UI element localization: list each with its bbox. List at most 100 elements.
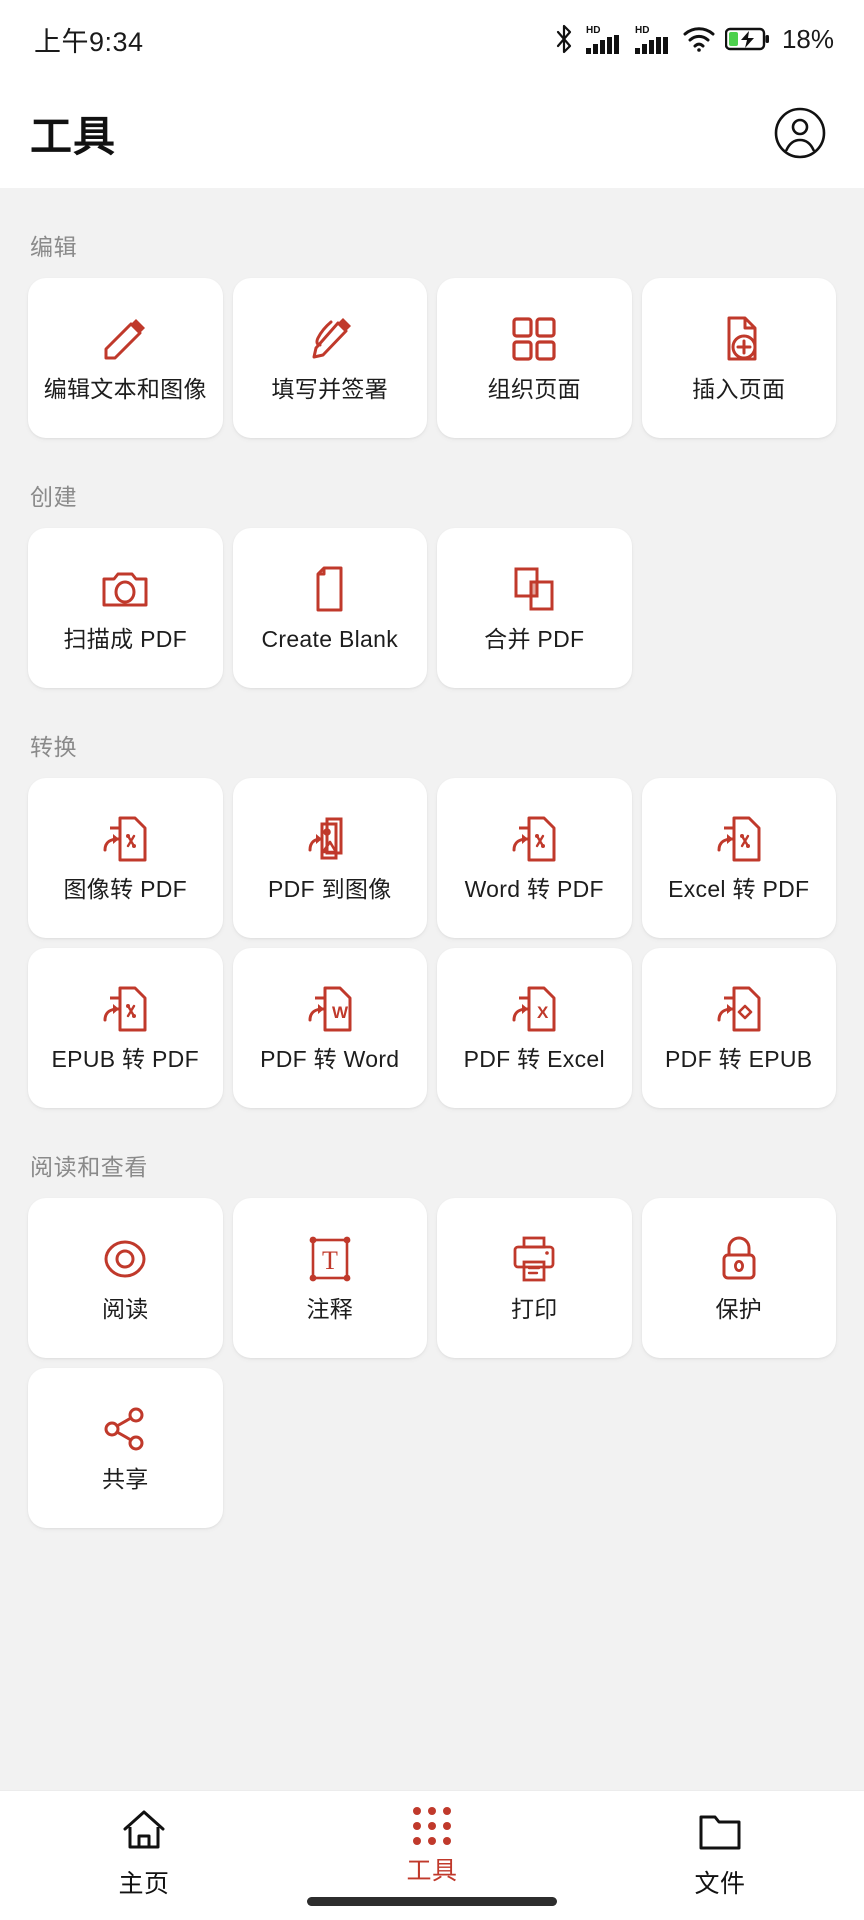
status-icon-tray: HD HD 18% (553, 23, 834, 55)
tool-card-insert-pages[interactable]: 插入页面 (641, 278, 836, 438)
section-title-edit: 编辑 (30, 234, 78, 260)
home-icon (120, 1807, 168, 1858)
nav-item-tools[interactable]: 工具 (332, 1807, 532, 1887)
merge-squares-icon (507, 560, 561, 618)
document-plus-icon (712, 310, 766, 368)
pdf-to-epub-icon (712, 980, 766, 1038)
tool-label: 扫描成 PDF (63, 626, 187, 653)
tool-label: 打印 (510, 1296, 558, 1323)
pdf-to-image-icon (303, 810, 357, 868)
lock-icon (712, 1230, 766, 1288)
bluetooth-icon (553, 24, 575, 54)
tool-card-organize-pages[interactable]: 组织页面 (437, 278, 632, 438)
tool-label: Create Blank (261, 626, 399, 653)
tool-label: PDF 到图像 (268, 876, 392, 903)
convert-to-pdf-icon (712, 810, 766, 868)
share-icon (98, 1400, 152, 1458)
text-annotation-icon: T (303, 1230, 357, 1288)
folder-icon (696, 1807, 744, 1858)
nav-label-files: 文件 (694, 1870, 746, 1898)
tools-screen: 上午9:34 HD HD 18% 工具 编辑 编辑文本和图像 填写并签署 组织页… (0, 0, 864, 1920)
tool-label: 注释 (306, 1296, 354, 1323)
section-read-view: 阅读和查看 阅读 T 注释 打印 保护 共享 (28, 1108, 836, 1528)
page-title: 工具 (30, 112, 117, 160)
section-title-convert: 转换 (30, 734, 78, 760)
tool-card-share[interactable]: 共享 (28, 1368, 223, 1528)
tool-grid-edit: 编辑文本和图像 填写并签署 组织页面 插入页面 (28, 278, 836, 438)
hd-signal-icon: HD (584, 23, 624, 55)
gesture-home-indicator[interactable] (0, 1897, 864, 1906)
pen-signature-icon (303, 310, 357, 368)
wifi-icon (682, 25, 716, 53)
tool-card-pdf-to-image[interactable]: PDF 到图像 (232, 778, 427, 938)
tool-label: 填写并签署 (271, 376, 388, 403)
tool-label: Word 转 PDF (464, 876, 604, 903)
tool-card-scan-to-pdf[interactable]: 扫描成 PDF (28, 528, 223, 688)
nav-label-tools: 工具 (406, 1857, 458, 1885)
tool-card-merge-pdf[interactable]: 合并 PDF (437, 528, 632, 688)
tool-label: 图像转 PDF (63, 876, 187, 903)
convert-to-pdf-icon (507, 810, 561, 868)
tool-card-image-to-pdf[interactable]: 图像转 PDF (28, 778, 223, 938)
pdf-to-excel-icon: X (507, 980, 561, 1038)
tool-card-protect[interactable]: 保护 (641, 1198, 836, 1358)
grid-spacer (437, 1368, 632, 1528)
tool-grid-read-view: 阅读 T 注释 打印 保护 共享 (28, 1198, 836, 1528)
tools-grid-icon (413, 1807, 451, 1845)
grid-spacer (642, 1368, 837, 1528)
tool-label: EPUB 转 PDF (51, 1046, 199, 1073)
convert-to-pdf-icon (98, 980, 152, 1038)
svg-text:W: W (332, 1003, 349, 1022)
app-header: 工具 (0, 78, 864, 188)
tool-card-pdf-to-epub[interactable]: PDF 转 EPUB (641, 948, 836, 1108)
grid-spacer (233, 1368, 428, 1528)
tool-card-edit-text-images[interactable]: 编辑文本和图像 (28, 278, 223, 438)
battery-percentage: 18% (781, 23, 834, 54)
tool-label: PDF 转 Excel (463, 1046, 605, 1073)
tool-card-print[interactable]: 打印 (437, 1198, 632, 1358)
svg-text:HD: HD (586, 25, 600, 36)
tool-card-epub-to-pdf[interactable]: EPUB 转 PDF (28, 948, 223, 1108)
pencil-icon (98, 310, 152, 368)
tool-card-annotate[interactable]: T 注释 (232, 1198, 427, 1358)
tool-card-fill-and-sign[interactable]: 填写并签署 (232, 278, 427, 438)
section-edit: 编辑 编辑文本和图像 填写并签署 组织页面 插入页面 (28, 188, 836, 438)
battery-charging-icon (724, 26, 771, 52)
status-bar: 上午9:34 HD HD 18% (0, 0, 864, 78)
tool-label: 插入页面 (692, 376, 786, 403)
section-title-create: 创建 (30, 484, 78, 510)
section-title-read-view: 阅读和查看 (30, 1154, 148, 1180)
nav-item-home[interactable]: 主页 (44, 1807, 244, 1900)
tool-card-word-to-pdf[interactable]: Word 转 PDF (437, 778, 632, 938)
tool-label: 保护 (715, 1296, 763, 1323)
tool-label: 合并 PDF (484, 626, 585, 653)
grid-pages-icon (507, 310, 561, 368)
section-convert: 转换 图像转 PDF PDF 到图像 Word 转 PDF Excel 转 PD… (28, 688, 836, 1108)
tool-label: 阅读 (101, 1296, 149, 1323)
eye-icon (98, 1230, 152, 1288)
tool-grid-create: 扫描成 PDF Create Blank 合并 PDF (28, 528, 836, 688)
blank-document-icon (303, 560, 357, 618)
tool-card-pdf-to-excel[interactable]: X PDF 转 Excel (437, 948, 632, 1108)
tool-card-pdf-to-word[interactable]: W PDF 转 Word (232, 948, 427, 1108)
tool-grid-convert: 图像转 PDF PDF 到图像 Word 转 PDF Excel 转 PDF E… (28, 778, 836, 1108)
tool-card-read[interactable]: 阅读 (28, 1198, 223, 1358)
hd-signal-icon-2: HD (633, 23, 673, 55)
tool-card-create-blank[interactable]: Create Blank (232, 528, 427, 688)
camera-icon (98, 560, 152, 618)
pdf-to-word-icon: W (303, 980, 357, 1038)
nav-item-files[interactable]: 文件 (620, 1807, 820, 1900)
svg-text:HD: HD (635, 25, 649, 36)
svg-text:T: T (322, 1246, 338, 1275)
account-circle-icon[interactable] (770, 103, 830, 163)
section-create: 创建 扫描成 PDF Create Blank 合并 PDF (28, 438, 836, 688)
printer-icon (507, 1230, 561, 1288)
svg-text:X: X (537, 1003, 549, 1022)
tool-label: 组织页面 (487, 376, 581, 403)
tool-label: 共享 (101, 1466, 149, 1493)
status-time: 上午9:34 (34, 26, 144, 57)
grid-spacer (642, 528, 837, 688)
tools-content: 编辑 编辑文本和图像 填写并签署 组织页面 插入页面 创建 扫描成 PDF Cr… (0, 188, 864, 1790)
tool-label: Excel 转 PDF (668, 876, 810, 903)
tool-card-excel-to-pdf[interactable]: Excel 转 PDF (641, 778, 836, 938)
